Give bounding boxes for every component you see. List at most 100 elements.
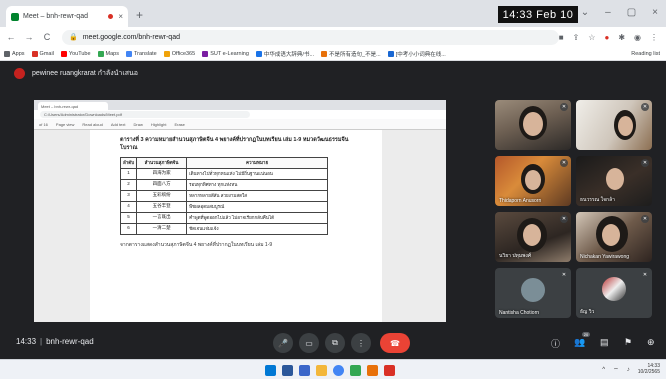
- bookmark-sentence-examples[interactable]: 不是所有造句_不是...: [321, 50, 381, 58]
- column-header: ลำดับ: [119, 156, 138, 169]
- pdf-page-count: of 16: [39, 121, 48, 127]
- browser-tab-meet[interactable]: Meet – bnh-rewr-qad ×: [6, 6, 128, 27]
- taskbar-date: 10/2/2565: [637, 368, 660, 375]
- participant-tile[interactable]: ✕ Nantisha Chotiorn: [495, 268, 571, 318]
- back-icon[interactable]: ←: [4, 32, 18, 42]
- mic-off-icon: ✕: [560, 103, 568, 111]
- doc-footer-text: จากตารางแสดงสำนวนสุภาษิตจีน 4 พยางค์ที่ป…: [120, 241, 273, 248]
- participant-tile[interactable]: ✕: [495, 100, 571, 150]
- host-controls-icon[interactable]: ⊕: [647, 337, 655, 348]
- bookmark-middle-school-dictionary[interactable]: [中考小小词典在线...: [387, 50, 446, 58]
- chat-icon[interactable]: ▤: [600, 337, 609, 348]
- bookmark-apps[interactable]: Apps: [4, 50, 25, 57]
- participant-name: Nantisha Chotiorn: [499, 310, 540, 316]
- row-meaning: ชัดเจนแจ่มแจ้ง: [186, 222, 328, 235]
- participant-count-badge: 20: [581, 332, 591, 337]
- participant-name: Thidaporn Anusorn: [499, 198, 542, 204]
- bookmark-gmail[interactable]: Gmail: [31, 50, 54, 57]
- minimize-button[interactable]: –: [605, 7, 611, 18]
- bookmark-star-icon[interactable]: ☆: [588, 33, 595, 42]
- camera-button[interactable]: ▭: [299, 333, 319, 353]
- participant-face: [525, 170, 541, 190]
- participant-tile[interactable]: ✕ Nichakan Yawirawong: [576, 212, 652, 262]
- row-idiom: 四面八方: [136, 178, 188, 191]
- column-header: สำนวนสุภาษิตจีน: [136, 156, 188, 169]
- participant-tile[interactable]: ✕ Thidaporn Anusorn: [495, 156, 571, 206]
- participant-tile[interactable]: ✕ ธนวรรณ ใจกล้า: [576, 156, 652, 206]
- maximize-button[interactable]: ▢: [627, 7, 636, 18]
- profile-icon[interactable]: ◉: [634, 33, 641, 42]
- presenter-avatar: [14, 67, 25, 79]
- meet-favicon-icon: [11, 12, 19, 21]
- camera-permission-icon[interactable]: ■: [559, 33, 564, 42]
- line-icon[interactable]: [350, 365, 361, 376]
- table-header-row: ลำดับ สำนวนสุภาษิตจีน ความหมาย: [119, 156, 328, 169]
- start-icon[interactable]: [265, 365, 276, 376]
- microphone-button[interactable]: 🎤: [273, 333, 293, 353]
- window-controls: ⌄ – ▢ ×: [581, 7, 658, 18]
- people-icon: 👥: [574, 337, 586, 347]
- address-bar[interactable]: 🔒 meet.google.com/bnh-rewr-qad: [62, 29, 559, 45]
- meeting-details-icon[interactable]: ⓘ: [551, 337, 560, 350]
- chevron-up-icon[interactable]: ^: [602, 367, 605, 373]
- mic-off-icon: ✕: [641, 215, 649, 223]
- microphone-icon: 🎤: [278, 338, 288, 348]
- tab-close-icon[interactable]: ×: [118, 12, 123, 21]
- row-meaning: คำพูดที่พูดออกไปแล้ว ไม่อาจเรียกกลับคืนไ…: [186, 211, 328, 224]
- bookmark-youtube[interactable]: YouTube: [60, 50, 91, 57]
- row-number: 4: [119, 200, 138, 213]
- row-idiom: 五彩缤纷: [136, 189, 188, 202]
- folder-icon[interactable]: [316, 365, 327, 376]
- puzzle-icon[interactable]: ✱: [618, 33, 625, 42]
- bookmark-translate[interactable]: Translate: [126, 50, 157, 57]
- word-icon[interactable]: [299, 365, 310, 376]
- network-icon[interactable]: ⌔: [613, 366, 619, 374]
- row-meaning: หลากหลายสีสัน สวยงามสดใส: [186, 189, 328, 202]
- people-button[interactable]: 👥 20: [574, 332, 591, 348]
- meeting-time: 14:33: [16, 337, 37, 346]
- mic-off-icon: ✕: [641, 271, 649, 279]
- browser-toolbar: ← → C 🔒 meet.google.com/bnh-rewr-qad ■ ⇪…: [0, 27, 666, 47]
- table-row: 3 五彩缤纷 หลากหลายสีสัน สวยงามสดใส: [119, 189, 328, 202]
- bookmark-idiom-dictionary[interactable]: 中华成语大辞典/书...: [255, 50, 314, 58]
- participant-face: [523, 112, 543, 136]
- participant-name: ธนวรรณ ใจกล้า: [580, 197, 615, 203]
- reading-list[interactable]: Reading list: [631, 51, 660, 57]
- share-icon[interactable]: ⇪: [573, 33, 580, 42]
- end-call-icon: ☎: [390, 338, 400, 348]
- table-row: 2 四面八方 รอบทุกทิศทาง ทุกแห่งหน: [119, 178, 328, 191]
- bookmark-maps[interactable]: Maps: [97, 50, 119, 57]
- column-header: ความหมาย: [186, 156, 328, 169]
- table-row: 4 五谷丰登 พืชผลอุดมสมบูรณ์: [119, 200, 328, 213]
- forward-icon[interactable]: →: [22, 32, 36, 42]
- more-options-button[interactable]: ⋮: [351, 333, 371, 353]
- lock-icon[interactable]: 🔒: [69, 33, 78, 41]
- chrome-icon[interactable]: [333, 365, 344, 376]
- menu-icon[interactable]: ⋮: [650, 33, 658, 42]
- taskbar-clock[interactable]: 14:33 10/2/2565: [637, 363, 660, 375]
- new-tab-button[interactable]: +: [136, 8, 143, 22]
- presenter-banner: pewinee ruangkrarat กำลังนำเสนอ: [0, 61, 666, 85]
- volume-icon[interactable]: ♪: [627, 367, 630, 373]
- present-button[interactable]: ⧉: [325, 333, 345, 353]
- participant-tile[interactable]: ✕ ธัญ วิว: [576, 268, 652, 318]
- extension-icon[interactable]: ●: [604, 33, 609, 42]
- bookmark-office365[interactable]: Office365: [163, 50, 195, 57]
- row-number: 3: [119, 189, 138, 202]
- browser-tab-strip: Meet – bnh-rewr-qad × + 14:33 Feb 10 ⌄ –…: [0, 0, 666, 27]
- row-number: 1: [119, 167, 138, 180]
- leave-call-button[interactable]: ☎: [380, 333, 410, 353]
- participant-face: [602, 224, 620, 246]
- close-window-button[interactable]: ×: [652, 7, 658, 18]
- bookmark-sut-elearning[interactable]: SUT e-Learning: [202, 50, 249, 57]
- activities-icon[interactable]: ⚑: [624, 337, 632, 348]
- tab-search-icon[interactable]: ⌄: [581, 7, 589, 18]
- meeting-code: bnh-rewr-qad: [46, 337, 94, 346]
- pdf-reader-icon[interactable]: [384, 365, 395, 376]
- file-explorer-icon[interactable]: [282, 365, 293, 376]
- participant-tile[interactable]: ✕ นวิยา ปทุมพงศ์: [495, 212, 571, 262]
- app-icon[interactable]: [367, 365, 378, 376]
- present-icon: ⧉: [332, 338, 338, 347]
- reload-icon[interactable]: C: [40, 32, 54, 42]
- participant-tile[interactable]: ✕: [576, 100, 652, 150]
